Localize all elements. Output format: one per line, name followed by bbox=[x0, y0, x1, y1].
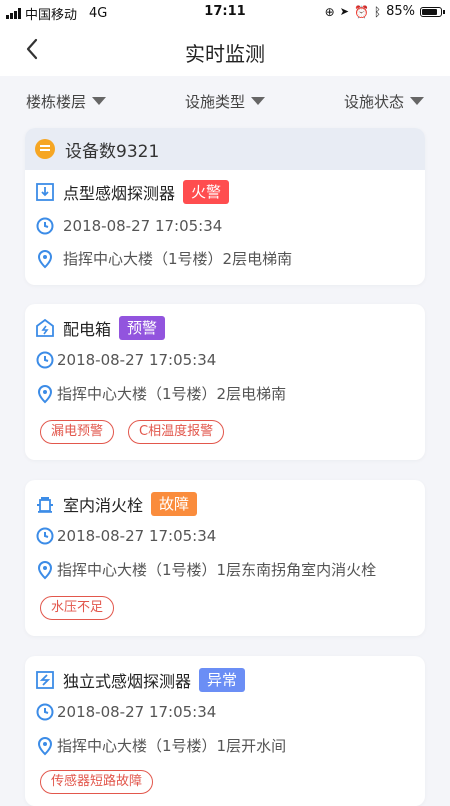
filter-facility-type[interactable]: 设施类型 bbox=[185, 91, 265, 112]
smoke-detector-icon bbox=[36, 183, 54, 201]
bluetooth-icon: ᛒ bbox=[373, 4, 382, 19]
caret-down-icon bbox=[92, 97, 107, 105]
alarm-tags: 漏电预警 C相温度报警 bbox=[40, 420, 225, 444]
filter-bar: 楼栋楼层 设施类型 设施状态 bbox=[0, 76, 450, 126]
alarm-time: 2018-08-27 17:05:34 bbox=[57, 527, 217, 545]
fire-hydrant-icon bbox=[37, 497, 53, 513]
alarm-card[interactable]: 室内消火栓 故障 2018-08-27 17:05:34 指挥中心大楼（1号楼）… bbox=[25, 480, 425, 636]
alarm-location: 指挥中心大楼（1号楼）2层电梯南 bbox=[63, 250, 293, 268]
alarm-tag: 水压不足 bbox=[40, 596, 115, 620]
location-pin-icon bbox=[37, 560, 53, 579]
alarm-location: 指挥中心大楼（1号楼）1层开水间 bbox=[57, 737, 287, 755]
time-row: 2018-08-27 17:05:34 bbox=[35, 702, 216, 722]
standalone-smoke-detector-icon bbox=[36, 671, 54, 689]
status-right: ⊕ ➤ ⏰ ᛒ 85% bbox=[324, 4, 445, 19]
location-pin-icon bbox=[37, 736, 53, 755]
distribution-box-icon bbox=[36, 318, 54, 337]
time-row: 2018-08-27 17:05:34 bbox=[35, 216, 222, 236]
alarm-time: 2018-08-27 17:05:34 bbox=[57, 703, 217, 721]
filter-label: 设施状态 bbox=[343, 92, 404, 111]
alarm-clock-icon: ⏰ bbox=[353, 4, 369, 19]
card-title-row: 点型感烟探测器 火警 bbox=[35, 180, 230, 204]
clock-icon bbox=[36, 217, 54, 235]
alarm-tags: 水压不足 bbox=[40, 596, 115, 620]
alarm-tag: C相温度报警 bbox=[128, 420, 225, 444]
page-title: 实时监测 bbox=[185, 42, 265, 66]
location-row: 指挥中心大楼（1号楼）2层电梯南 bbox=[35, 248, 292, 269]
alarm-time: 2018-08-27 17:05:34 bbox=[63, 217, 223, 235]
alarm-tag: 传感器短路故障 bbox=[40, 770, 154, 794]
device-count: 设备数9321 bbox=[65, 141, 160, 162]
alarm-location: 指挥中心大楼（1号楼）2层电梯南 bbox=[57, 385, 287, 403]
location-pin-icon bbox=[37, 384, 53, 403]
alarm-card[interactable]: 配电箱 预警 2018-08-27 17:05:34 指挥中心大楼（1号楼）2层… bbox=[25, 304, 425, 460]
filter-facility-status[interactable]: 设施状态 bbox=[344, 91, 424, 112]
location-pin-icon bbox=[37, 249, 53, 268]
clock-icon bbox=[36, 351, 54, 369]
clock-icon bbox=[36, 703, 54, 721]
caret-down-icon bbox=[251, 97, 265, 105]
battery-percent: 85% bbox=[386, 4, 415, 19]
alarm-card[interactable]: 独立式感烟探测器 异常 2018-08-27 17:05:34 指挥中心大楼（1… bbox=[25, 656, 425, 806]
status-badge: 预警 bbox=[119, 316, 166, 340]
card-title-row: 配电箱 预警 bbox=[35, 316, 166, 340]
nav-bar: 实时监测 bbox=[0, 24, 450, 76]
filter-label: 楼栋楼层 bbox=[26, 92, 87, 111]
filter-label: 设施类型 bbox=[184, 92, 245, 111]
status-badge: 火警 bbox=[183, 180, 230, 204]
device-name: 室内消火栓 bbox=[63, 496, 144, 515]
alarm-tags: 传感器短路故障 bbox=[40, 770, 154, 794]
device-icon bbox=[35, 139, 55, 159]
location-row: 指挥中心大楼（1号楼）1层东南拐角室内消火栓 bbox=[35, 559, 376, 580]
device-name: 独立式感烟探测器 bbox=[63, 672, 192, 691]
device-name: 配电箱 bbox=[63, 320, 112, 339]
time-row: 2018-08-27 17:05:34 bbox=[35, 350, 216, 370]
orientation-lock-icon: ⊕ bbox=[324, 4, 335, 19]
location-row: 指挥中心大楼（1号楼）2层电梯南 bbox=[35, 383, 286, 404]
card-title-row: 独立式感烟探测器 异常 bbox=[35, 668, 246, 692]
clock-icon bbox=[36, 527, 54, 545]
status-bar: 中国移动 4G 17:11 ⊕ ➤ ⏰ ᛒ 85% bbox=[0, 0, 450, 24]
status-badge: 故障 bbox=[151, 492, 198, 516]
alarm-time: 2018-08-27 17:05:34 bbox=[57, 351, 217, 369]
filter-building-floor[interactable]: 楼栋楼层 bbox=[26, 91, 107, 112]
location-row: 指挥中心大楼（1号楼）1层开水间 bbox=[35, 735, 286, 756]
caret-down-icon bbox=[409, 97, 424, 105]
alarm-card[interactable]: 设备数9321 点型感烟探测器 火警 2018-08-27 17:05:34 指… bbox=[25, 128, 425, 285]
alarm-location: 指挥中心大楼（1号楼）1层东南拐角室内消火栓 bbox=[57, 561, 377, 579]
battery-icon bbox=[420, 6, 445, 17]
device-name: 点型感烟探测器 bbox=[63, 184, 176, 203]
alarm-tag: 漏电预警 bbox=[40, 420, 115, 444]
status-badge: 异常 bbox=[199, 668, 246, 692]
device-count-header: 设备数9321 bbox=[25, 128, 425, 170]
card-title-row: 室内消火栓 故障 bbox=[35, 492, 198, 516]
time-row: 2018-08-27 17:05:34 bbox=[35, 526, 216, 546]
location-arrow-icon: ➤ bbox=[339, 5, 349, 18]
